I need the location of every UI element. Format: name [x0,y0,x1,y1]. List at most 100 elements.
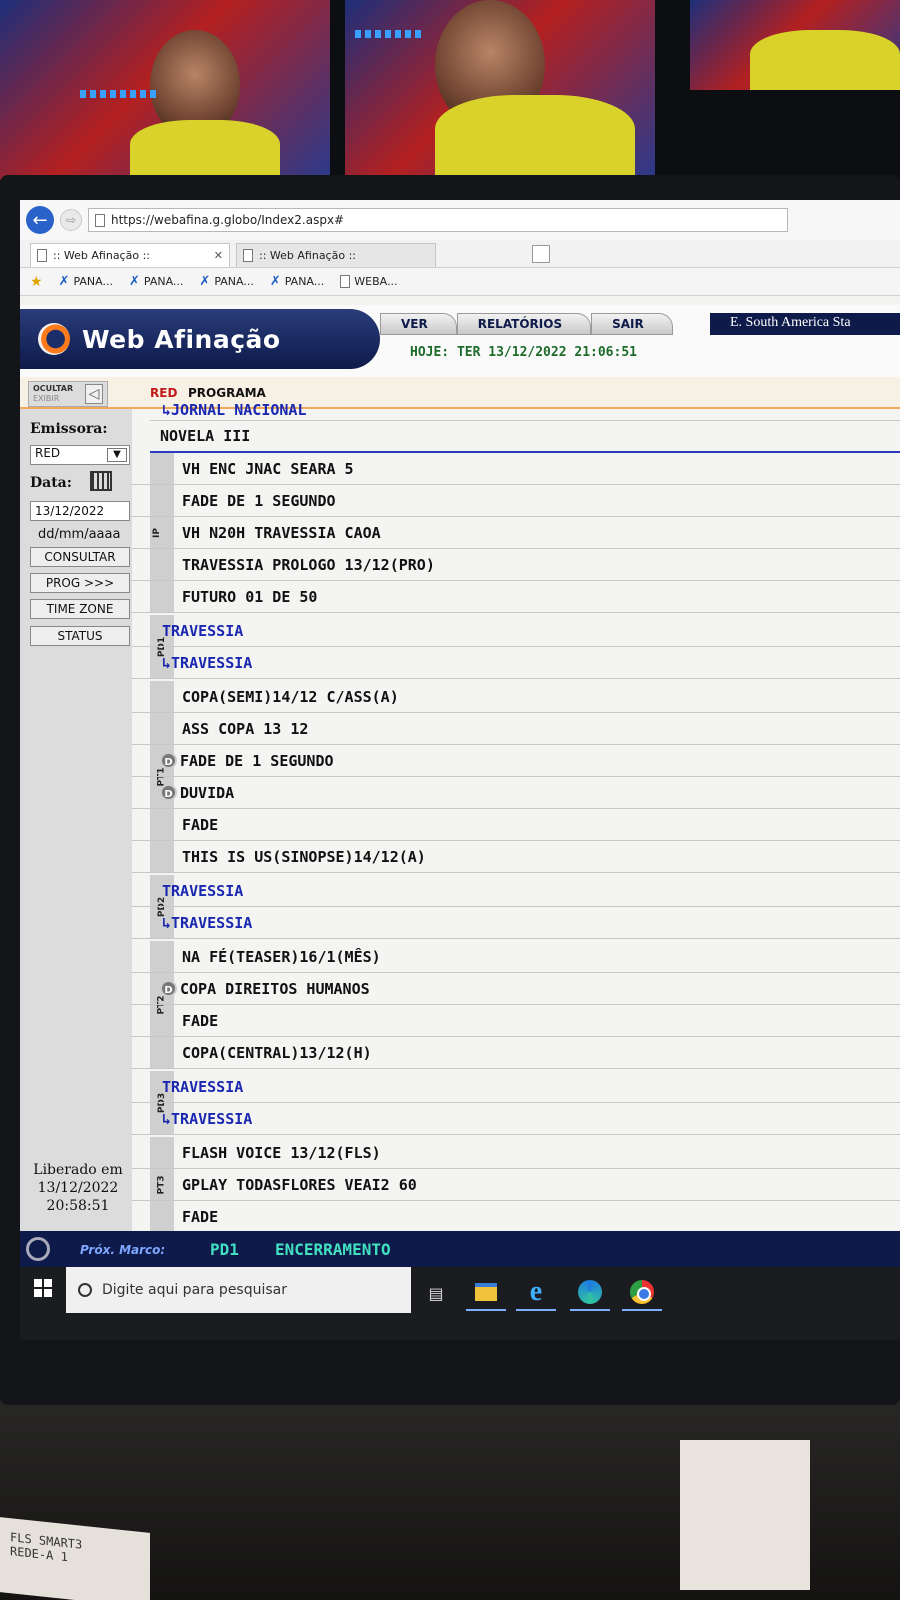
program-row[interactable]: FADE [132,1201,900,1233]
program-row[interactable]: ↳TRAVESSIA [132,907,900,939]
prog-button[interactable]: PROG >>> [30,573,130,593]
sidebar: Emissora: RED ▼ Data: 13/12/2022 dd/mm/a… [20,409,132,1231]
menu-ver[interactable]: VER [380,313,457,335]
timezone-label: E. South America Sta [710,313,900,335]
program-row-text: COPA(SEMI)14/12 C/ASS(A) [182,687,399,706]
duvida-badge-icon: D [160,784,177,801]
internet-explorer-icon[interactable]: e [516,1275,556,1311]
status-button[interactable]: STATUS [30,626,130,646]
emissora-select[interactable]: RED ▼ [30,445,130,465]
program-row[interactable]: COPA(CENTRAL)13/12(H) [132,1037,900,1069]
program-row-text: TRAVESSIA [162,621,244,640]
program-row[interactable]: FADE [132,1005,900,1037]
program-row[interactable]: ASS COPA 13 12 [132,713,900,745]
program-row-text: FADE [182,815,219,834]
calendar-icon[interactable] [90,471,112,491]
program-row[interactable]: COPA(SEMI)14/12 C/ASS(A) [132,681,900,713]
presenter-shirt [750,30,900,90]
back-button[interactable]: ← [26,206,54,234]
program-row[interactable]: TRAVESSIA [132,875,900,907]
close-tab-icon[interactable]: ✕ [214,249,223,262]
program-row[interactable]: THIS IS US(SINOPSE)14/12(A) [132,841,900,873]
search-placeholder: Digite aqui para pesquisar [102,1282,288,1298]
file-explorer-icon[interactable] [466,1275,506,1311]
globo-logo-icon [38,323,70,355]
status-bar: Próx. Marco: PD1 ENCERRAMENTO [20,1231,900,1267]
date-format-hint: dd/mm/aaaa [38,527,121,542]
program-row[interactable]: NA FÉ(TEASER)16/1(MÊS) [132,941,900,973]
program-row-partial[interactable]: ↳JORNAL NACIONAL [150,399,900,421]
program-row-text: FADE DE 1 SEGUNDO [180,751,334,770]
program-row[interactable]: FADE [132,809,900,841]
emissora-value: RED [35,446,61,460]
program-row[interactable]: VH N20H TRAVESSIA CAOA [132,517,900,549]
program-row[interactable]: FADE DE 1 SEGUNDO [132,485,900,517]
program-row-text: VH ENC JNAC SEARA 5 [182,459,354,478]
timezone-button[interactable]: TIME ZONE [30,599,130,619]
address-bar[interactable]: https://webafina.g.globo/Index2.aspx# [88,208,788,232]
desk-paper [680,1440,810,1590]
program-section: PT1 COPA(SEMI)14/12 C/ASS(A) ASS COPA 13 1… [132,681,900,873]
chrome-icon[interactable] [622,1275,662,1311]
page-icon [37,249,47,262]
program-row[interactable]: D COPA DIREITOS HUMANOS [132,973,900,1005]
task-view-icon[interactable]: ▤ [416,1275,456,1311]
emissora-label: Emissora: [30,421,108,437]
favorite-link[interactable]: ✗ PANA... [270,274,324,289]
new-tab-button[interactable] [532,245,550,263]
chevron-down-icon: ▼ [107,448,127,462]
novela-row[interactable]: NOVELA III [150,421,900,453]
program-row-text: ↳JORNAL NACIONAL [162,400,307,419]
program-row[interactable]: TRAVESSIA [132,1071,900,1103]
tab-title: :: Web Afinação :: [259,249,356,262]
tv-screen-center [345,0,655,180]
taskbar-search-box[interactable]: Digite aqui para pesquisar [66,1267,411,1313]
program-row-text: COPA(CENTRAL)13/12(H) [182,1043,372,1062]
program-row[interactable]: ↳TRAVESSIA [132,1103,900,1135]
column-program: PROGRAMA [188,386,266,400]
program-row[interactable]: FUTURO 01 DE 50 [132,581,900,613]
program-row-text: FUTURO 01 DE 50 [182,587,318,606]
program-row[interactable]: TRAVESSIA [132,615,900,647]
program-row[interactable]: D FADE DE 1 SEGUNDO [132,745,900,777]
favorites-star-icon[interactable]: ★ [30,274,43,290]
globo-status-icon [26,1237,50,1261]
program-row-text: GPLAY TODASFLORES VEAI2 60 [182,1175,417,1194]
edge-icon[interactable] [570,1275,610,1311]
hide-sidebar-button[interactable]: OCULTAR EXIBIR ◁ [28,381,108,407]
program-row[interactable]: TRAVESSIA PROLOGO 13/12(PRO) [132,549,900,581]
program-row[interactable]: FLASH VOICE 13/12(FLS) [132,1137,900,1169]
program-row[interactable]: ↳TRAVESSIA [132,647,900,679]
novela-title: NOVELA III [160,427,251,445]
page-icon [243,249,253,262]
menu-relatorios[interactable]: RELATÓRIOS [456,313,592,335]
collapse-left-icon: ◁ [85,384,103,404]
browser-tab-2[interactable]: :: Web Afinação :: [236,243,436,267]
program-row-text: VH N20H TRAVESSIA CAOA [182,523,381,542]
menu-sair[interactable]: SAIR [591,313,673,335]
forward-arrow-icon: ⇨ [65,213,77,227]
favorite-link[interactable]: ✗ PANA... [59,274,113,289]
program-row-text: THIS IS US(SINOPSE)14/12(A) [182,847,426,866]
presenter-shirt [130,120,280,180]
program-row[interactable]: GPLAY TODASFLORES VEAI2 60 [132,1169,900,1201]
page-icon [95,213,105,227]
program-section: PT2 NA FÉ(TEASER)16/1(MÊS) D COPA DIREITOS … [132,941,900,1069]
windows-start-icon[interactable] [34,1279,52,1297]
back-arrow-icon: ← [32,209,48,231]
date-input[interactable]: 13/12/2022 [30,501,130,521]
favorite-link[interactable]: ✗ PANA... [129,274,183,289]
favorite-link[interactable]: WEBA... [340,275,397,288]
tv-screen-right [690,0,900,90]
program-row-text: ASS COPA 13 12 [182,719,309,738]
released-info: Liberado em 13/12/2022 20:58:51 [26,1161,130,1215]
favorite-link[interactable]: ✗ PANA... [199,274,253,289]
program-row[interactable]: D DUVIDA [132,777,900,809]
consultar-button[interactable]: CONSULTAR [30,547,130,567]
program-grid: ↳JORNAL NACIONAL NOVELA III IP VH ENC JNA… [132,401,900,1233]
tv-graphic-bars [80,90,160,98]
browser-tab-1[interactable]: :: Web Afinação :: ✕ [30,243,230,267]
forward-button[interactable]: ⇨ [60,209,82,231]
program-row-text: NA FÉ(TEASER)16/1(MÊS) [182,947,381,966]
program-row[interactable]: VH ENC JNAC SEARA 5 [132,453,900,485]
